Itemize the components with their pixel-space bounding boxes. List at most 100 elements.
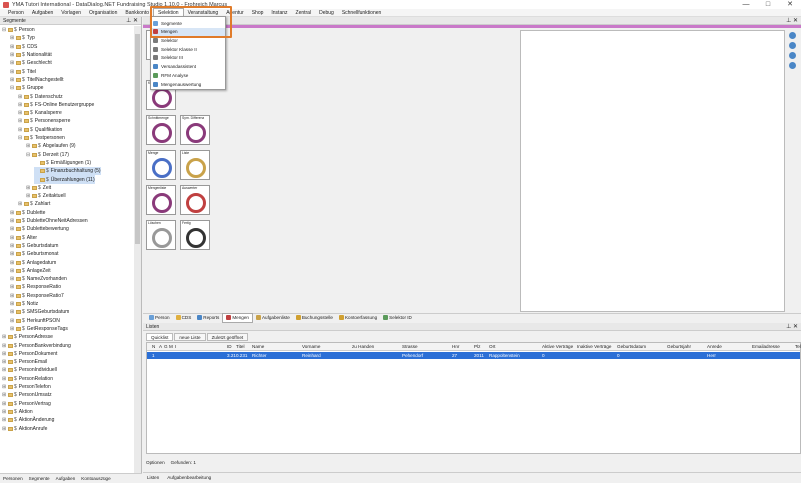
menu-item[interactable]: Person	[4, 9, 28, 17]
module-tab[interactable]: Selektor ID	[380, 314, 415, 322]
pin-icon[interactable]: ⊥ ✕	[786, 323, 798, 331]
expander-icon[interactable]: ⊞	[10, 326, 15, 332]
tree-item[interactable]: ⊞ $ Qualifikation	[18, 126, 62, 134]
palette-tile[interactable]: Liste	[180, 150, 210, 180]
pin-icon[interactable]: ⊥ ✕	[786, 17, 798, 24]
expander-icon[interactable]: ⊞	[10, 69, 15, 75]
tree-item[interactable]: ⊞ $ HerkunftPSON	[10, 317, 60, 325]
list-subtab[interactable]: neue Liste	[174, 333, 206, 341]
scrollbar-thumb[interactable]	[135, 34, 140, 244]
tree-item[interactable]: ⊞ $ Kanalsperre	[18, 109, 62, 117]
menu-item[interactable]: Bankkonto	[121, 9, 153, 17]
tree-item[interactable]: ⊞ $ Aktion	[2, 408, 33, 416]
tree-item[interactable]: ⊞ $ Dublette	[10, 209, 45, 217]
menu-item[interactable]: Selektor	[151, 36, 225, 44]
column-header[interactable]: Geburtsjahr	[667, 343, 691, 351]
expander-icon[interactable]: ⊞	[10, 276, 15, 282]
tree-item[interactable]: ⊞ $ AnlageZeit	[10, 267, 51, 275]
column-header[interactable]: Vorname	[302, 343, 320, 351]
menu-item[interactable]: Mengenauswertung	[151, 80, 225, 88]
expander-icon[interactable]: ⊞	[10, 210, 15, 216]
module-tab[interactable]: Mengen	[222, 312, 253, 323]
tree-item[interactable]: ⊞ $ PersonIndividuell	[2, 366, 57, 374]
tree-item[interactable]: ⊞ $ Titel	[10, 68, 36, 76]
tree-item[interactable]: ⊞ $ Zeit	[26, 184, 51, 192]
menu-item[interactable]: Agentur	[222, 9, 248, 17]
palette-tile[interactable]: Schnittmenge	[146, 115, 176, 145]
tree-item[interactable]: ⊞ $ PersonAdresse	[2, 333, 53, 341]
column-header[interactable]: zu Handen	[352, 343, 374, 351]
expander-icon[interactable]: ⊞	[18, 94, 23, 100]
expander-icon[interactable]: ⊟	[10, 85, 15, 91]
info-icon[interactable]	[789, 52, 796, 59]
mengen-canvas[interactable]	[520, 30, 785, 312]
table-row[interactable]: 1 3.210.231 Richter Reinhard Pehendorf 27 2011…	[147, 352, 800, 359]
expander-icon[interactable]: ⊞	[10, 44, 15, 50]
tree-item[interactable]: ⊞ $ TitelNachgestellt	[10, 76, 64, 84]
expander-icon[interactable]: ⊞	[10, 60, 15, 66]
column-header[interactable]: Name	[252, 343, 264, 351]
tree-item[interactable]: ⊞ $ Geburtsdatum	[10, 242, 58, 250]
palette-tile[interactable]: Mengenliste	[146, 185, 176, 215]
module-tab[interactable]: Kontoerfassung	[336, 314, 380, 322]
column-header[interactable]: Emailadresse	[752, 343, 780, 351]
expander-icon[interactable]: ⊞	[2, 359, 7, 365]
column-header[interactable]: N	[152, 343, 155, 351]
palette-tile[interactable]: Menge	[146, 150, 176, 180]
tree-item[interactable]: $ Finanzbuchhaltung (5)	[34, 167, 101, 176]
module-tab[interactable]: Buchungsstelle	[293, 314, 336, 322]
tree-scrollbar[interactable]	[134, 26, 141, 473]
tree-item[interactable]: ⊞ $ DubletteOhneNeitAdressen	[10, 217, 88, 225]
tree-item[interactable]: ⊞ $ Personensperre	[18, 117, 70, 125]
tree-item[interactable]: ⊞ $ GetResponseTags	[10, 325, 68, 333]
menu-item[interactable]: Aufgaben	[28, 9, 57, 17]
menu-item[interactable]: Mengen	[151, 27, 225, 37]
column-header[interactable]: G	[164, 343, 168, 351]
palette-tile[interactable]: Sym. Differenz	[180, 115, 210, 145]
expander-icon[interactable]: ⊞	[26, 193, 31, 199]
tree-item[interactable]: ⊟ $ Gruppe	[10, 84, 43, 92]
tree-item[interactable]: ⊞ $ PersonRelation	[2, 375, 53, 383]
expander-icon[interactable]: ⊞	[10, 35, 15, 41]
tree-item[interactable]: ⊞ $ PersonBankverbindung	[2, 341, 71, 349]
tree-item[interactable]: ⊞ $ Typ	[10, 34, 35, 42]
expander-icon[interactable]: ⊞	[10, 284, 15, 290]
column-header[interactable]: Inaktive Verträge	[577, 343, 611, 351]
column-header[interactable]: Hnr	[452, 343, 459, 351]
expander-icon[interactable]: ⊞	[18, 127, 23, 133]
expander-icon[interactable]: ⊞	[18, 118, 23, 124]
expander-icon[interactable]: ⊞	[18, 110, 23, 116]
column-header[interactable]: Plz	[474, 343, 480, 351]
left-tab[interactable]: Kontoauszüge	[78, 474, 113, 482]
expander-icon[interactable]: ⊞	[2, 367, 7, 373]
maximize-button[interactable]: □	[757, 0, 779, 9]
tree-item[interactable]: ⊞ $ Nationalität	[10, 51, 52, 59]
tree-item[interactable]: ⊞ $ ResponseRatio	[10, 283, 61, 291]
tree-item[interactable]: ⊞ $ NameZvorhanden	[10, 275, 67, 283]
column-header[interactable]: Tel	[795, 343, 801, 351]
minimize-button[interactable]: —	[735, 0, 757, 9]
column-header[interactable]: Strasse	[402, 343, 418, 351]
expander-icon[interactable]: ⊞	[2, 384, 7, 390]
menu-item[interactable]: Organisation	[85, 9, 121, 17]
expander-icon[interactable]: ⊞	[2, 351, 7, 357]
column-header[interactable]: I	[175, 343, 176, 351]
tree-item[interactable]: ⊞ $ Dublettebewertung	[10, 225, 69, 233]
tree-item[interactable]: ⊞ $ PersonTelefon	[2, 383, 51, 391]
column-header[interactable]: A	[159, 343, 162, 351]
info-icon[interactable]	[789, 62, 796, 69]
menu-item[interactable]: Instanz	[267, 9, 291, 17]
expander-icon[interactable]: ⊟	[18, 135, 23, 141]
tree-item[interactable]: ⊞ $ PersonVertrag	[2, 400, 51, 408]
tree-item[interactable]: $ Ermäßigungen (1)	[34, 159, 91, 167]
expander-icon[interactable]: ⊞	[10, 226, 15, 232]
expander-icon[interactable]: ⊞	[10, 52, 15, 58]
module-tab[interactable]: Reports	[194, 314, 222, 322]
list-subtab[interactable]: Zuletzt geöffnet	[206, 333, 249, 341]
expander-icon[interactable]: ⊞	[10, 318, 15, 324]
menu-item[interactable]: Versandassistent	[151, 63, 225, 71]
expander-icon[interactable]: ⊟	[26, 152, 31, 158]
menu-item[interactable]: Shop	[248, 9, 268, 17]
options-button[interactable]: Optionen	[146, 460, 165, 465]
column-header[interactable]: Titel	[236, 343, 245, 351]
